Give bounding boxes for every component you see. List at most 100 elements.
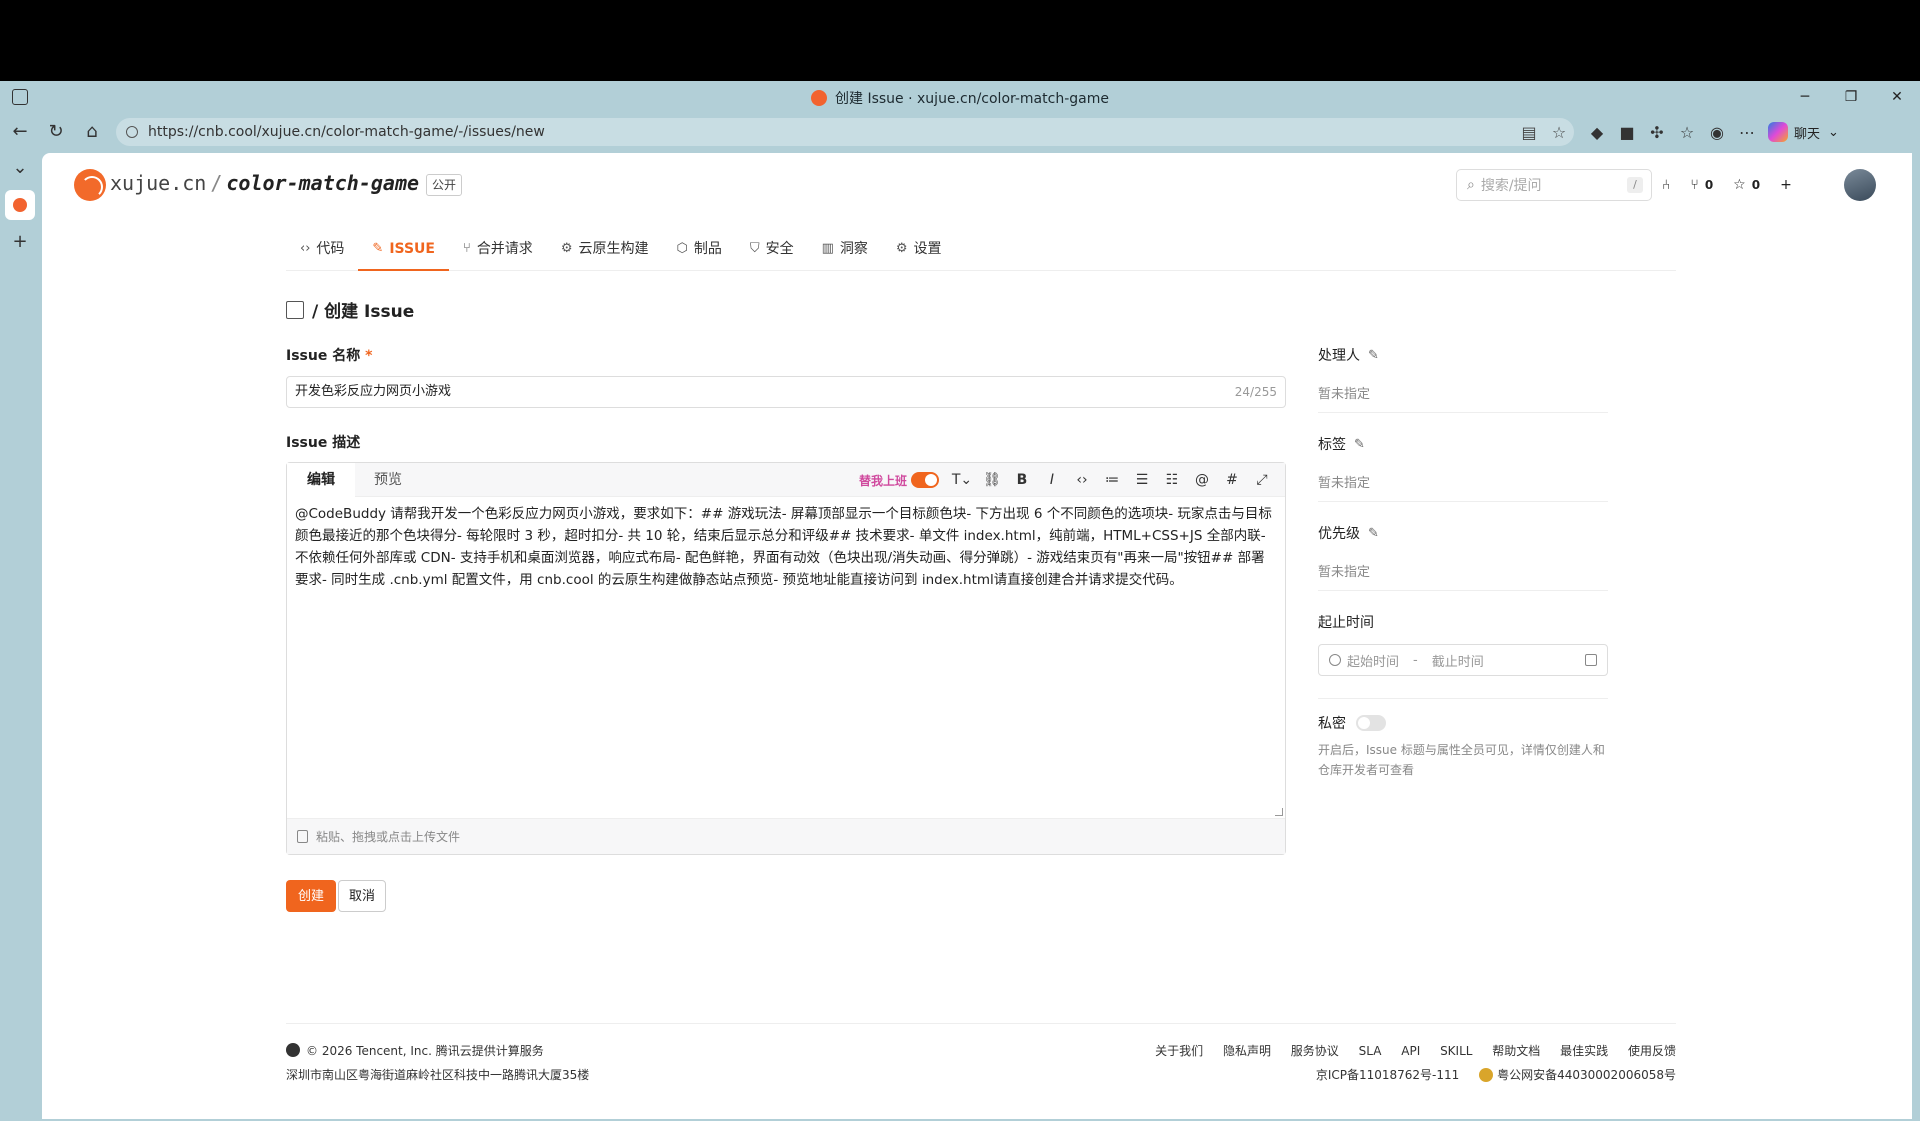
tab-preview[interactable]: 预览 — [354, 463, 422, 497]
avatar[interactable] — [1844, 169, 1876, 201]
address: 深圳市南山区粤海街道麻岭社区科技中一路腾讯大厦35楼 — [286, 1067, 590, 1082]
fullscreen-icon[interactable]: ⤢ — [1247, 472, 1277, 488]
description-textarea[interactable]: @CodeBuddy 请帮我开发一个色彩反应力网页小游戏，要求如下：## 游戏玩… — [287, 497, 1285, 813]
priority-section: 优先级 ✎ 暂未指定 — [1318, 523, 1608, 591]
back-icon[interactable]: ← — [4, 116, 36, 148]
puzzle-icon[interactable]: ✣ — [1642, 123, 1672, 142]
star-count: 0 — [1751, 178, 1761, 192]
char-count: 24/255 — [1234, 385, 1277, 399]
repo-link[interactable]: color-match-game — [226, 171, 419, 195]
tab-merge-requests[interactable]: ⑂ 合并请求 — [449, 233, 547, 271]
page-title: / 创建 Issue — [286, 297, 414, 322]
resize-handle[interactable] — [1275, 808, 1283, 816]
more-icon[interactable]: ⋯ — [1732, 123, 1762, 142]
visibility-badge: 公开 — [426, 174, 463, 196]
copilot-chat-button[interactable]: 聊天 ⌄ — [1768, 122, 1839, 142]
tab-issue[interactable]: ✎ ISSUE — [358, 233, 449, 271]
search-input[interactable]: ⌕ 搜索/提问 / — [1456, 169, 1652, 201]
labels-label: 标签 — [1318, 437, 1346, 453]
tab-insights[interactable]: ▥ 洞察 — [808, 233, 882, 271]
footer-links: 关于我们 隐私声明 服务协议 SLA API SKILL 帮助文档 最佳实践 使… — [1139, 1042, 1676, 1059]
heading-icon[interactable]: T⌄ — [947, 472, 977, 488]
home-icon[interactable]: ⌂ — [76, 116, 108, 148]
icp-link[interactable]: 京ICP备11018762号-111 — [1316, 1068, 1459, 1082]
issue-name-input[interactable]: 开发色彩反应力网页小游戏 24/255 — [286, 376, 1286, 408]
close-icon[interactable]: ✕ — [1874, 81, 1920, 114]
tab-packages[interactable]: ⬡ 制品 — [662, 233, 735, 271]
star-icon: ☆ — [1733, 177, 1746, 193]
ordered-list-icon[interactable]: ≔ — [1097, 472, 1127, 488]
bullet-list-icon[interactable]: ☰ — [1127, 472, 1157, 488]
reader-mode-icon[interactable]: ▤ — [1514, 123, 1544, 142]
owner-link[interactable]: xujue.cn — [110, 171, 206, 195]
cancel-button[interactable]: 取消 — [338, 880, 387, 912]
tab-security[interactable]: ⛉ 安全 — [736, 233, 808, 271]
labels-value: 暂未指定 — [1318, 476, 1371, 491]
branch-icon[interactable]: ⑃ — [1662, 177, 1670, 193]
end-date-input[interactable]: 截止时间 — [1432, 651, 1484, 670]
tab-settings[interactable]: ⚙ 设置 — [882, 233, 956, 271]
tab-build[interactable]: ⚙ 云原生构建 — [547, 233, 663, 271]
priority-label: 优先级 — [1318, 526, 1360, 542]
package-icon: ⬡ — [676, 241, 688, 256]
insight-icon: ▥ — [821, 241, 834, 256]
active-tab[interactable] — [5, 190, 35, 220]
footer-link[interactable]: 最佳实践 — [1560, 1044, 1608, 1058]
profile-icon[interactable]: ◉ — [1702, 123, 1732, 142]
ai-toggle[interactable] — [911, 472, 939, 488]
refresh-icon[interactable]: ↻ — [40, 116, 72, 148]
assignee-section: 处理人 ✎ 暂未指定 — [1318, 345, 1608, 413]
shield-icon: ⛉ — [749, 241, 760, 256]
favicon-icon — [811, 89, 828, 106]
tab-edit[interactable]: 编辑 — [287, 463, 355, 497]
minimize-icon[interactable]: ─ — [1782, 81, 1828, 114]
workspaces-icon[interactable] — [12, 89, 28, 105]
restore-icon[interactable]: ❐ — [1828, 81, 1874, 114]
code-icon[interactable]: ‹› — [1067, 472, 1097, 488]
edit-labels-icon[interactable]: ✎ — [1354, 437, 1365, 452]
hashtag-icon[interactable]: # — [1217, 472, 1247, 488]
edit-issue-icon — [286, 300, 304, 319]
footer-link[interactable]: 关于我们 — [1155, 1044, 1203, 1058]
mention-icon[interactable]: @ — [1187, 472, 1217, 488]
date-range-picker[interactable]: 起始时间 - 截止时间 — [1318, 644, 1608, 676]
favorites-icon[interactable]: ☆ — [1672, 123, 1702, 142]
footer-link[interactable]: 使用反馈 — [1628, 1044, 1676, 1058]
cnb-logo-icon[interactable] — [74, 169, 106, 201]
footer-link[interactable]: 帮助文档 — [1492, 1044, 1540, 1058]
tab-code[interactable]: ‹› 代码 — [286, 233, 358, 271]
footer-link[interactable]: API — [1401, 1044, 1420, 1058]
footer-link[interactable]: 服务协议 — [1291, 1044, 1339, 1058]
upload-hint: 粘贴、拖拽或点击上传文件 — [316, 829, 461, 844]
start-date-input[interactable]: 起始时间 — [1347, 651, 1399, 670]
task-list-icon[interactable]: ☷ — [1157, 472, 1187, 488]
footer-link[interactable]: 隐私声明 — [1223, 1044, 1271, 1058]
extension-icon[interactable]: ■ — [1612, 123, 1642, 142]
calendar-icon — [1585, 654, 1597, 666]
edit-assignee-icon[interactable]: ✎ — [1368, 348, 1379, 363]
private-toggle[interactable] — [1356, 715, 1386, 731]
url-field[interactable]: https://cnb.cool/xujue.cn/color-match-ga… — [116, 118, 1574, 146]
new-tab-icon[interactable]: + — [0, 224, 40, 260]
plus-icon[interactable]: + — [1780, 177, 1792, 193]
upload-area[interactable]: 粘贴、拖拽或点击上传文件 — [287, 818, 1285, 854]
bold-icon[interactable]: B — [1007, 472, 1037, 488]
edit-priority-icon[interactable]: ✎ — [1368, 526, 1379, 541]
footer-link[interactable]: SKILL — [1440, 1044, 1472, 1058]
police-record[interactable]: 粤公网安备44030002006058号 — [1479, 1068, 1676, 1082]
fork-button[interactable]: ⑂ 0 — [1690, 177, 1713, 193]
repo-breadcrumb: xujue.cn / color-match-game — [110, 171, 419, 195]
create-button[interactable]: 创建 — [286, 880, 337, 912]
star-button[interactable]: ☆ 0 — [1733, 177, 1760, 193]
extension-icon[interactable]: ◆ — [1582, 123, 1612, 142]
assignee-value: 暂未指定 — [1318, 387, 1371, 402]
link-icon[interactable]: ⛓ — [977, 472, 1007, 488]
italic-icon[interactable]: I — [1037, 472, 1067, 488]
police-badge-icon — [1479, 1068, 1494, 1082]
collapse-tabs-icon[interactable]: ⌄ — [0, 150, 40, 186]
footer-link[interactable]: SLA — [1359, 1044, 1382, 1058]
search-shortcut: / — [1627, 177, 1643, 193]
window-controls: ─ ❐ ✕ — [1782, 81, 1920, 114]
site-info-icon[interactable] — [126, 126, 138, 138]
favorite-star-icon[interactable]: ☆ — [1544, 123, 1574, 142]
